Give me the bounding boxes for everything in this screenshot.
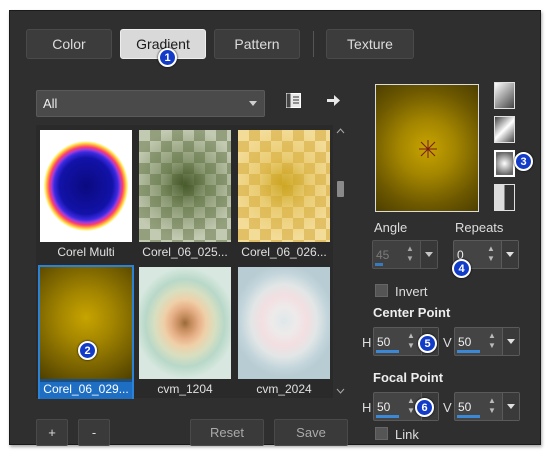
gradient-preview-cvm-1204 xyxy=(139,267,231,379)
link-label: Link xyxy=(395,427,419,442)
thumbnail-scrollbar[interactable] xyxy=(334,125,347,398)
callout-number: 2 xyxy=(84,344,91,357)
reset-button[interactable]: Reset xyxy=(190,419,264,446)
thumbnail-label: Corel_06_025... xyxy=(142,245,228,259)
tab-texture[interactable]: Texture xyxy=(326,29,414,59)
callout-number: 1 xyxy=(164,51,171,64)
rectangular-style-button[interactable] xyxy=(494,116,515,143)
library-book-icon[interactable] xyxy=(285,92,302,109)
focal-h-slider-bar xyxy=(376,415,399,418)
sunburst-style-button[interactable] xyxy=(494,184,515,211)
tab-divider xyxy=(313,31,314,57)
gradient-preview-corel-multi xyxy=(40,130,132,242)
gradient-preview-corel-06-025 xyxy=(139,130,231,242)
gradient-thumbnail-corel-multi[interactable]: Corel Multi xyxy=(38,128,134,262)
scrollbar-thumb[interactable] xyxy=(337,181,344,197)
gradient-preview-cvm-2024 xyxy=(238,267,330,379)
center-v-slider-bar xyxy=(457,350,480,353)
tab-color[interactable]: Color xyxy=(26,29,112,59)
callout-number: 3 xyxy=(520,155,527,168)
chevron-down-icon xyxy=(249,101,257,106)
radial-style-button[interactable] xyxy=(494,150,515,177)
save-button[interactable]: Save xyxy=(274,419,348,446)
callout-badge-3: 3 xyxy=(514,152,533,171)
focal-h-label: H xyxy=(362,400,372,415)
save-button-label: Save xyxy=(296,425,326,440)
gradient-thumbnail-corel-06-026[interactable]: Corel_06_026... xyxy=(236,128,332,262)
gradient-preview-corel-06-029 xyxy=(40,267,132,379)
repeats-label: Repeats xyxy=(455,220,504,235)
center-v-dropdown-button[interactable] xyxy=(502,328,519,355)
focal-v-spinbox[interactable]: 50 ▲ ▼ xyxy=(454,392,520,421)
library-dropdown[interactable]: All xyxy=(36,90,265,117)
angle-dropdown-button[interactable] xyxy=(420,241,437,268)
gradient-preview[interactable] xyxy=(375,84,479,212)
spin-arrows-icon[interactable]: ▲ ▼ xyxy=(406,331,416,351)
angle-slider-bar xyxy=(375,263,383,266)
callout-number: 6 xyxy=(421,401,428,414)
focal-v-label: V xyxy=(443,400,452,415)
focal-h-value: 50 xyxy=(377,400,391,414)
gradient-thumbnail-corel-06-029[interactable]: Corel_06_029... xyxy=(38,265,134,399)
gradient-thumbnail-cvm-1204[interactable]: cvm_1204 xyxy=(137,265,233,399)
linear-style-button[interactable] xyxy=(494,82,515,109)
center-h-slider-bar xyxy=(376,350,399,353)
arrow-right-icon[interactable] xyxy=(325,93,341,108)
angle-label: Angle xyxy=(374,220,408,235)
gradient-thumbnail-corel-06-025[interactable]: Corel_06_025... xyxy=(137,128,233,262)
thumbnail-label: Corel_06_029... xyxy=(40,382,132,399)
callout-badge-2: 2 xyxy=(78,341,97,360)
callout-badge-5: 5 xyxy=(418,334,437,353)
library-dropdown-value: All xyxy=(43,96,58,111)
callout-number: 5 xyxy=(424,337,431,350)
thumbnail-label: Corel_06_026... xyxy=(241,245,327,259)
center-v-label: V xyxy=(443,335,452,350)
focal-v-slider-bar xyxy=(457,415,480,418)
spin-arrows-icon[interactable]: ▲ ▼ xyxy=(405,244,415,264)
callout-number: 4 xyxy=(458,262,465,275)
chevron-down-icon[interactable] xyxy=(336,388,345,394)
spin-arrows-icon[interactable]: ▲ ▼ xyxy=(487,331,497,351)
thumbnail-label: cvm_2024 xyxy=(256,382,312,396)
chevron-up-icon[interactable] xyxy=(336,128,345,134)
angle-value: 45 xyxy=(376,248,390,262)
tab-label: Pattern xyxy=(234,36,280,52)
focal-v-dropdown-button[interactable] xyxy=(502,393,519,420)
gradient-thumbnail-cvm-2024[interactable]: cvm_2024 xyxy=(236,265,332,399)
spin-arrows-icon[interactable]: ▲ ▼ xyxy=(487,396,497,416)
reset-button-label: Reset xyxy=(210,425,244,440)
focal-point-label: Focal Point xyxy=(373,370,444,385)
link-checkbox[interactable] xyxy=(375,427,388,440)
invert-checkbox[interactable] xyxy=(375,284,388,297)
remove-button-label: - xyxy=(91,425,97,440)
add-gradient-button[interactable]: + xyxy=(36,419,68,446)
center-point-crosshair-icon[interactable] xyxy=(418,139,438,159)
angle-spinbox[interactable]: 45 ▲ ▼ xyxy=(372,240,438,269)
spin-arrows-icon[interactable]: ▲ ▼ xyxy=(486,244,496,264)
center-point-label: Center Point xyxy=(373,305,451,320)
gradient-preview-corel-06-026 xyxy=(238,130,330,242)
center-v-spinbox[interactable]: 50 ▲ ▼ xyxy=(454,327,520,356)
repeats-dropdown-button[interactable] xyxy=(501,241,518,268)
tab-label: Color xyxy=(52,36,86,52)
add-button-label: + xyxy=(48,425,56,440)
center-h-label: H xyxy=(362,335,372,350)
callout-badge-6: 6 xyxy=(415,398,434,417)
focal-v-value: 50 xyxy=(458,400,472,414)
center-v-value: 50 xyxy=(458,335,472,349)
callout-badge-4: 4 xyxy=(452,259,471,278)
thumbnail-label: cvm_1204 xyxy=(157,382,213,396)
thumbnail-label: Corel Multi xyxy=(57,245,115,259)
tab-pattern[interactable]: Pattern xyxy=(214,29,300,59)
invert-label: Invert xyxy=(395,284,428,299)
callout-badge-1: 1 xyxy=(158,48,177,67)
tab-label: Texture xyxy=(347,36,393,52)
center-h-value: 50 xyxy=(377,335,391,349)
remove-gradient-button[interactable]: - xyxy=(78,419,110,446)
